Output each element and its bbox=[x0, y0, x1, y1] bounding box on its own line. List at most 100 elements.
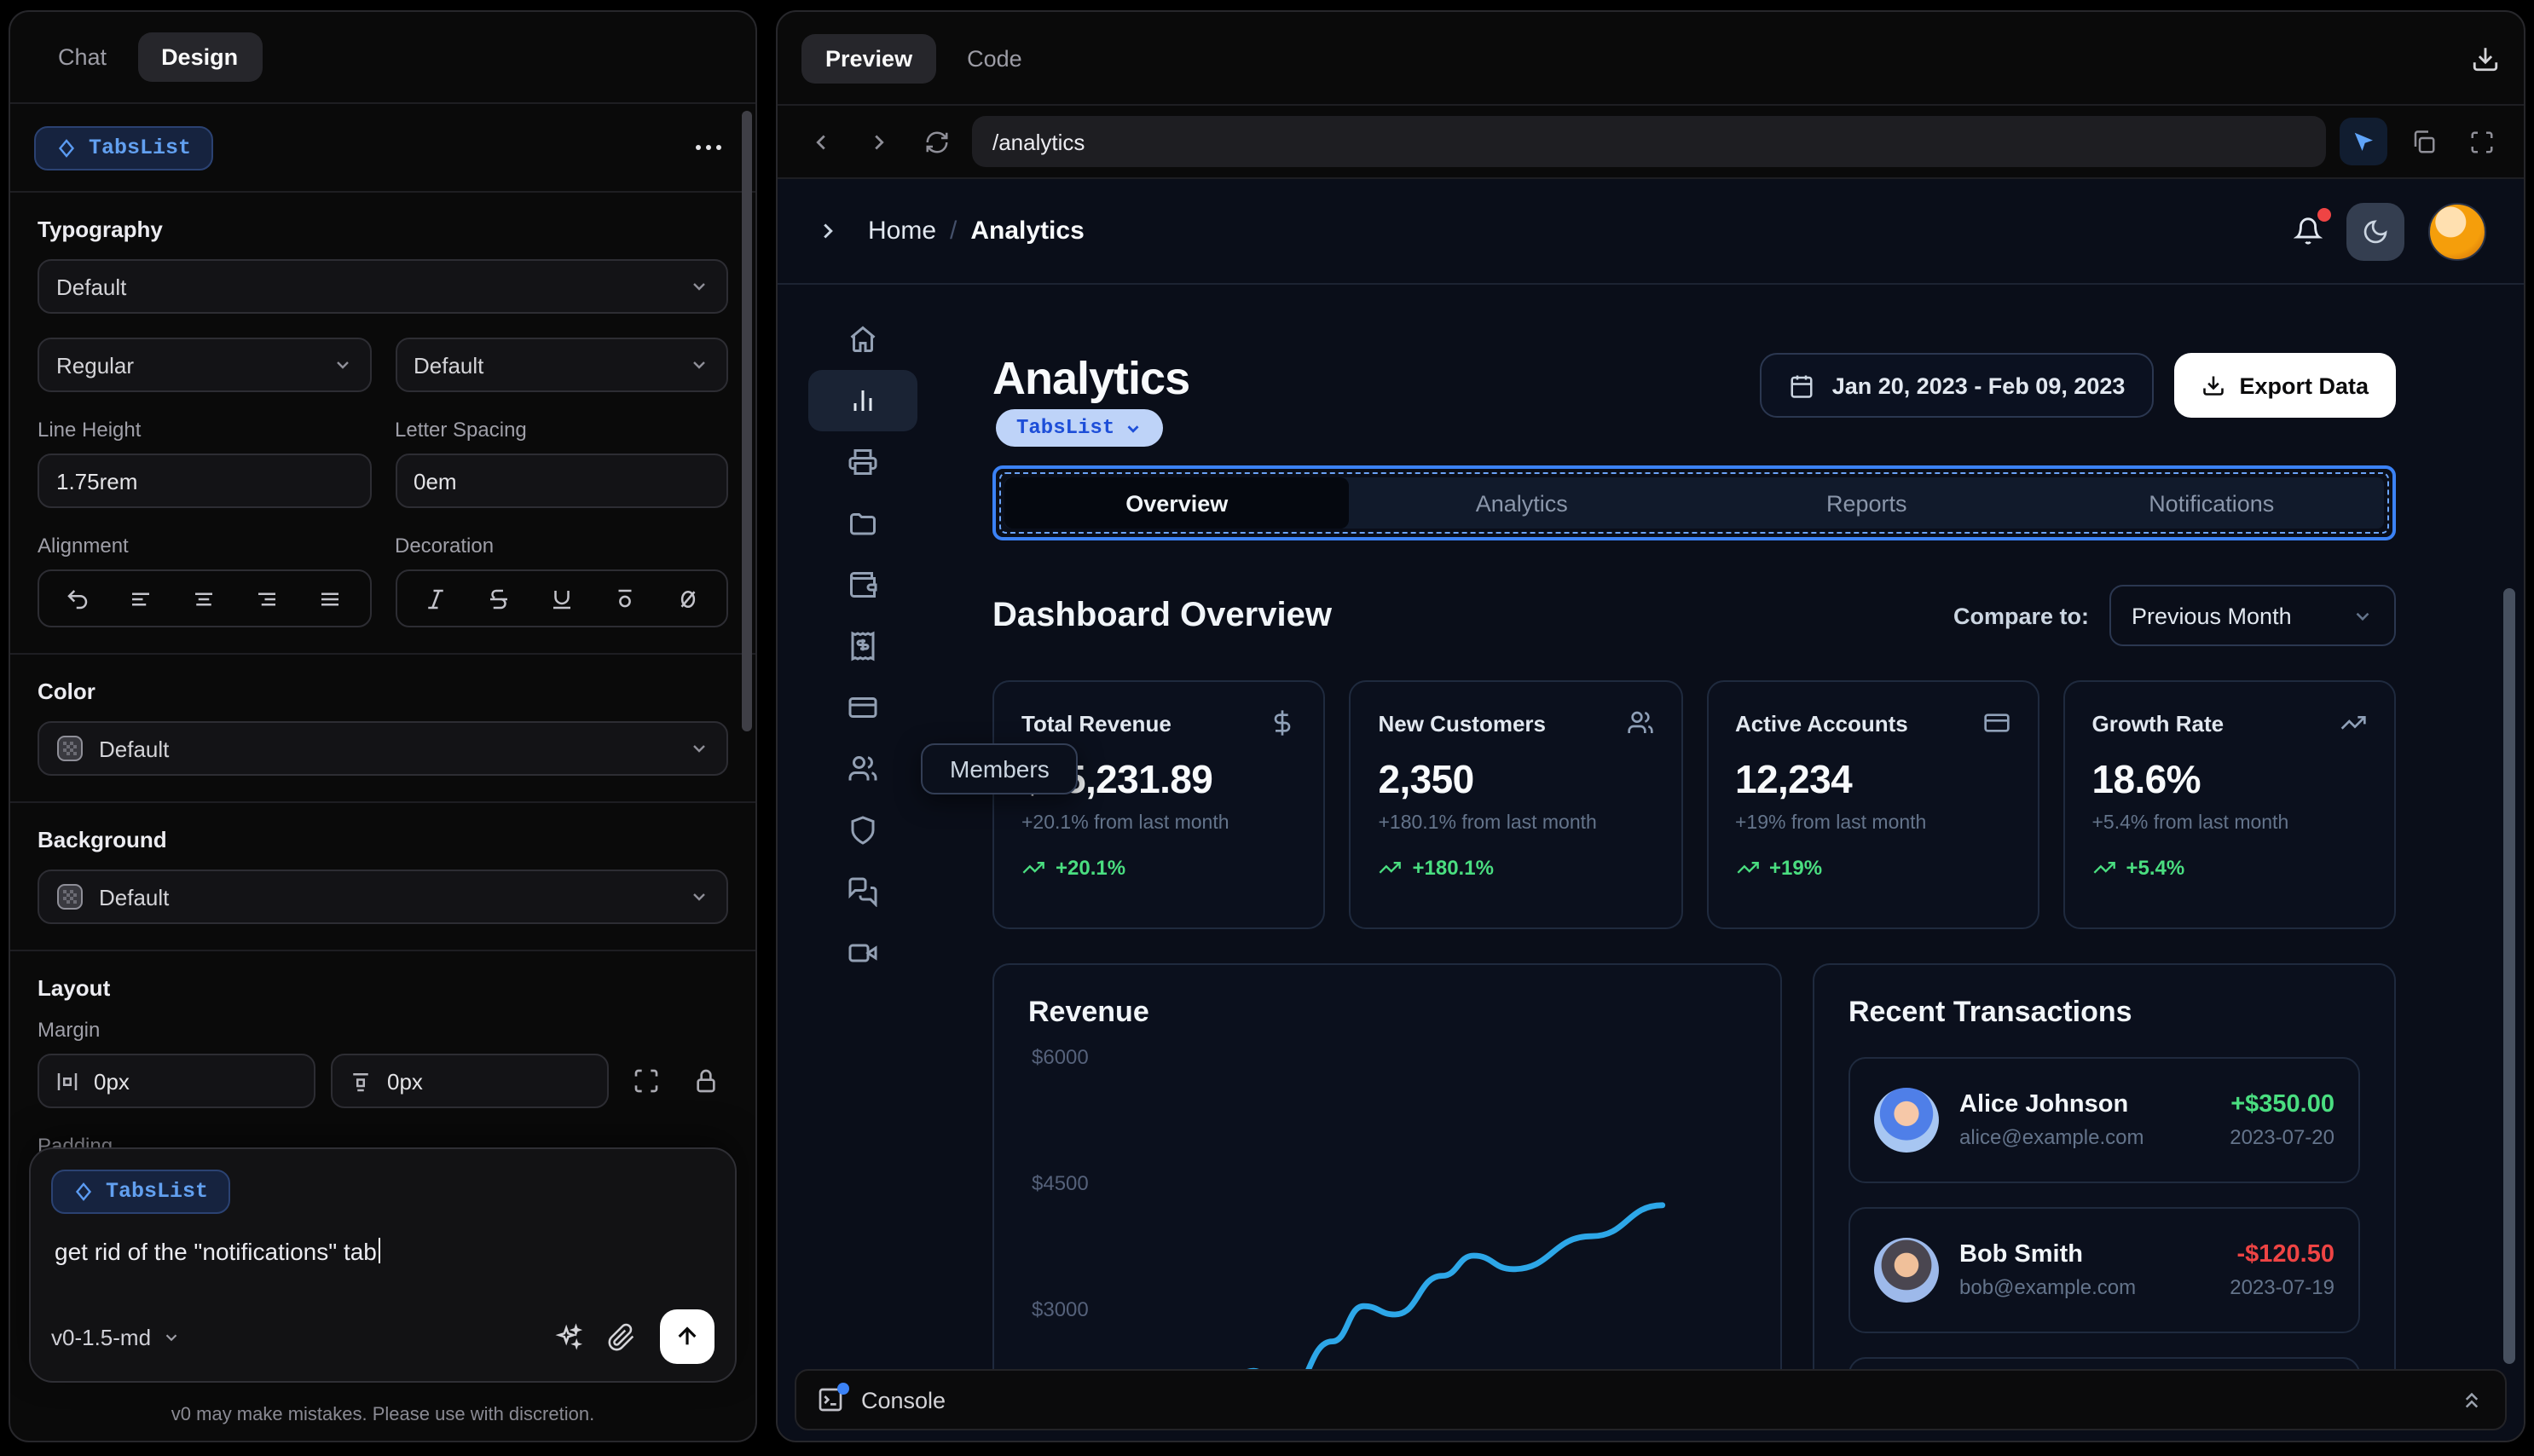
panel-scrollbar[interactable] bbox=[742, 111, 752, 731]
user-avatar[interactable] bbox=[2428, 202, 2486, 260]
theme-toggle-button[interactable] bbox=[2346, 202, 2404, 260]
analytics-page: Analytics TabsList Jan 20, 2023 - Feb 09… bbox=[948, 285, 2524, 1441]
underline-icon[interactable] bbox=[539, 576, 583, 621]
rail-security-icon[interactable] bbox=[808, 800, 917, 861]
revenue-line-chart bbox=[1211, 1202, 1666, 1398]
tab-reports[interactable]: Reports bbox=[1694, 477, 2039, 529]
trending-up-icon bbox=[1735, 856, 1759, 880]
chart-title: Revenue bbox=[1028, 996, 1149, 1028]
stat-cards: Total Revenue $45,231.89 +20.1% from las… bbox=[992, 680, 2396, 929]
tab-overview[interactable]: Overview bbox=[1004, 477, 1350, 529]
page-title: Analytics bbox=[992, 353, 1190, 404]
attachment-icon[interactable] bbox=[607, 1322, 636, 1351]
text-align-reset-icon[interactable] bbox=[55, 576, 100, 621]
rail-receipt-icon[interactable] bbox=[808, 615, 917, 677]
tabslist-badge[interactable]: TabsList bbox=[996, 409, 1163, 447]
chevron-down-icon bbox=[689, 887, 709, 907]
letter-spacing-input[interactable] bbox=[395, 454, 728, 508]
v0-workspace: Chat Design TabsList Typography Default … bbox=[0, 0, 2534, 1456]
no-decoration-icon[interactable] bbox=[666, 576, 710, 621]
chevron-down-icon bbox=[689, 276, 709, 297]
prompt-context-chip[interactable]: TabsList bbox=[51, 1170, 231, 1214]
strikethrough-icon[interactable] bbox=[476, 576, 520, 621]
background-select[interactable]: Default bbox=[38, 870, 728, 924]
avatar bbox=[1874, 1088, 1939, 1153]
chevron-down-icon bbox=[161, 1327, 180, 1346]
forward-icon[interactable] bbox=[856, 119, 900, 164]
transaction-amount: -$120.50 bbox=[2236, 1241, 2335, 1268]
members-tooltip: Members bbox=[921, 743, 1079, 794]
url-input[interactable] bbox=[972, 116, 2326, 167]
more-menu-icon[interactable] bbox=[686, 135, 732, 160]
transaction-row[interactable]: Alice Johnson alice@example.com +$350.00… bbox=[1848, 1057, 2360, 1183]
panel-tabs: Chat Design bbox=[10, 12, 755, 104]
tab-design[interactable]: Design bbox=[137, 32, 263, 82]
chevrons-up-icon[interactable] bbox=[2459, 1387, 2485, 1413]
overline-icon[interactable] bbox=[603, 576, 647, 621]
console-label: Console bbox=[861, 1387, 946, 1413]
breadcrumb-current: Analytics bbox=[970, 217, 1085, 246]
expand-margins-icon[interactable] bbox=[624, 1067, 668, 1095]
lock-margins-icon[interactable] bbox=[684, 1067, 728, 1095]
download-icon[interactable] bbox=[2471, 43, 2500, 72]
preview-scrollbar[interactable] bbox=[2503, 588, 2515, 1364]
font-family-select[interactable]: Default bbox=[38, 259, 728, 314]
align-center-icon[interactable] bbox=[182, 576, 226, 621]
fullscreen-icon[interactable] bbox=[2459, 119, 2503, 164]
refresh-icon[interactable] bbox=[914, 119, 958, 164]
font-weight-select[interactable]: Regular bbox=[38, 338, 371, 392]
chevron-down-icon bbox=[689, 738, 709, 759]
app-topbar: Home / Analytics bbox=[778, 179, 2524, 285]
send-button[interactable] bbox=[660, 1309, 714, 1364]
export-data-button[interactable]: Export Data bbox=[2174, 353, 2396, 418]
inspect-pointer-icon[interactable] bbox=[2340, 118, 2387, 165]
rail-home-icon[interactable] bbox=[808, 309, 917, 370]
terminal-icon bbox=[817, 1383, 849, 1413]
rail-credit-card-icon[interactable] bbox=[808, 677, 917, 738]
app-body: Members Analytics TabsList Jan 20, 2023 … bbox=[778, 285, 2524, 1441]
tab-code[interactable]: Code bbox=[943, 33, 1046, 83]
dollar-icon bbox=[1270, 709, 1297, 737]
diamond-icon bbox=[73, 1182, 94, 1202]
download-icon bbox=[2201, 373, 2225, 397]
compare-label: Compare to: bbox=[1953, 603, 2089, 628]
rail-video-icon[interactable] bbox=[808, 922, 917, 984]
rail-reports-icon[interactable] bbox=[808, 431, 917, 493]
color-select[interactable]: Default bbox=[38, 721, 728, 776]
tab-analytics[interactable]: Analytics bbox=[1350, 477, 1695, 529]
back-icon[interactable] bbox=[798, 119, 842, 164]
rail-folder-icon[interactable] bbox=[808, 493, 917, 554]
italic-icon[interactable] bbox=[413, 576, 457, 621]
transparent-swatch-icon bbox=[56, 735, 84, 762]
compare-select[interactable]: Previous Month bbox=[2109, 585, 2396, 646]
copy-pages-icon[interactable] bbox=[2401, 119, 2445, 164]
model-selector[interactable]: v0-1.5-md bbox=[51, 1324, 180, 1349]
console-bar[interactable]: Console bbox=[795, 1369, 2507, 1430]
prompt-input[interactable]: get rid of the "notifications" tab bbox=[55, 1238, 711, 1265]
align-left-icon[interactable] bbox=[119, 576, 163, 621]
rail-wallet-icon[interactable] bbox=[808, 554, 917, 615]
tab-notifications[interactable]: Notifications bbox=[2039, 477, 2385, 529]
tab-chat[interactable]: Chat bbox=[34, 32, 130, 82]
transaction-row[interactable]: Bob Smith bob@example.com -$120.50 2023-… bbox=[1848, 1207, 2360, 1333]
margin-y-input[interactable]: 0px bbox=[331, 1054, 609, 1108]
prompt-composer[interactable]: TabsList get rid of the "notifications" … bbox=[29, 1147, 737, 1383]
preview-header: Preview Code bbox=[778, 12, 2524, 104]
breadcrumb-home[interactable]: Home bbox=[868, 217, 936, 246]
rail-analytics-icon[interactable] bbox=[808, 370, 917, 431]
line-height-label: Line Height bbox=[38, 418, 142, 442]
align-right-icon[interactable] bbox=[246, 576, 290, 621]
font-size-select[interactable]: Default bbox=[395, 338, 728, 392]
tab-preview[interactable]: Preview bbox=[801, 33, 937, 83]
line-height-input[interactable] bbox=[38, 454, 371, 508]
sparkles-icon[interactable] bbox=[554, 1322, 583, 1351]
rail-messages-icon[interactable] bbox=[808, 861, 917, 922]
notifications-bell-icon[interactable] bbox=[2294, 208, 2331, 246]
margin-x-input[interactable]: 0px bbox=[38, 1054, 315, 1108]
rail-members-icon[interactable]: Members bbox=[808, 738, 1079, 800]
date-range-picker[interactable]: Jan 20, 2023 - Feb 09, 2023 bbox=[1760, 353, 2155, 418]
sidebar-expand-icon[interactable] bbox=[815, 218, 841, 244]
align-justify-icon[interactable] bbox=[309, 576, 353, 621]
recent-transactions-card: Recent Transactions Alice Johnson alice@… bbox=[1813, 963, 2396, 1410]
selected-element-chip[interactable]: TabsList bbox=[34, 125, 214, 170]
